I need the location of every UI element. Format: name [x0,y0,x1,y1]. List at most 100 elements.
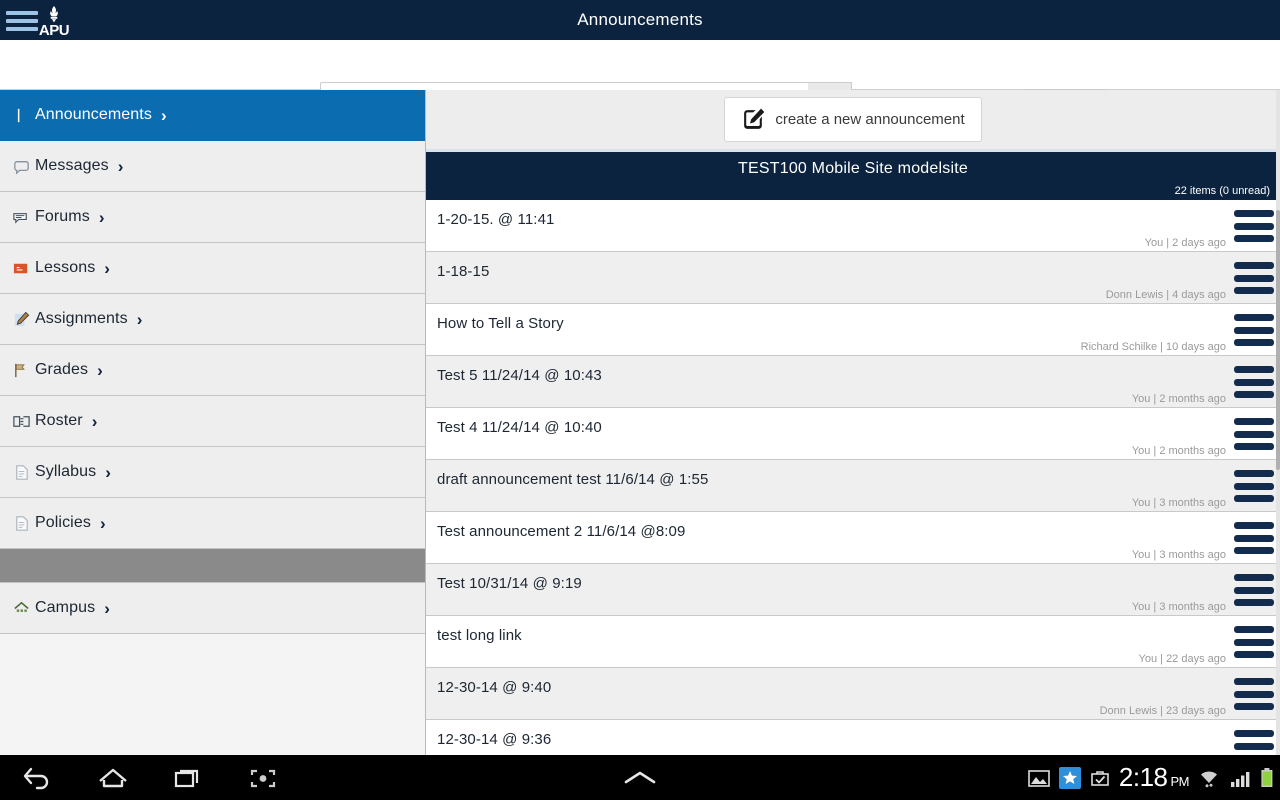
site-title: TEST100 Mobile Site modelsite [738,160,968,177]
chevron-right-icon: › [105,462,111,482]
create-announcement-label: create a new announcement [775,111,965,128]
sidebar-item-label: Forums [35,208,90,225]
top-app-bar: APU Announcements [0,0,1280,40]
sidebar-item-forums[interactable]: Forums › [0,192,425,243]
announcement-row[interactable]: Test announcement 2 11/6/14 @8:09 You | 3… [426,512,1280,564]
wifi-icon [1198,768,1220,788]
announcement-list: 1-20-15. @ 11:41 You | 2 days ago 1-18-15 D… [426,200,1280,755]
reorder-grip-icon[interactable] [1234,728,1276,755]
reorder-grip-icon[interactable] [1234,572,1276,608]
announcement-row[interactable]: Test 5 11/24/14 @ 10:43 You | 2 months ag… [426,356,1280,408]
lessons-icon [10,258,32,278]
sidebar-item-grades[interactable]: Grades › [0,345,425,396]
sidebar-empty-area [0,634,425,754]
reorder-grip-icon[interactable] [1234,260,1276,296]
chevron-right-icon: › [97,360,103,380]
reorder-grip-icon[interactable] [1234,468,1276,504]
sidebar-item-label: Grades [35,361,89,378]
sidebar-item-campus[interactable]: Campus › [0,583,425,634]
announcement-row[interactable]: 12-30-14 @ 9:36 [426,720,1280,755]
announcement-title: Test announcement 2 11/6/14 @8:09 [437,523,686,540]
page-title: Announcements [577,10,703,29]
forum-icon [10,207,32,227]
back-icon[interactable] [21,765,55,791]
announcement-title: Test 10/31/14 @ 9:19 [437,575,582,592]
grades-icon [10,360,32,380]
gallery-image-icon [1028,768,1050,788]
create-announcement-button[interactable]: create a new announcement [724,97,982,142]
sidebar-item-messages[interactable]: Messages › [0,141,425,192]
sidebar-item-policies[interactable]: Policies › [0,498,425,549]
sidebar-item-lessons[interactable]: Lessons › [0,243,425,294]
chevron-right-icon: › [98,207,105,227]
recent-apps-icon[interactable] [171,765,205,791]
announcement-row[interactable]: Test 10/31/14 @ 9:19 You | 3 months ago [426,564,1280,616]
main-content: create a new announcement TEST100 Mobile… [426,90,1280,755]
announcement-title: 12-30-14 @ 9:40 [437,679,552,696]
screenshot-capture-icon[interactable] [246,765,280,791]
announcement-icon [17,108,19,122]
announcement-meta: You | 3 months ago [1131,549,1226,561]
chevron-right-icon: › [160,105,167,125]
chevron-right-icon: › [99,513,106,533]
chevron-right-icon: › [136,309,143,329]
announcement-row[interactable]: 1-20-15. @ 11:41 You | 2 days ago [426,200,1280,252]
clock-time: 2:18 [1118,762,1168,792]
reorder-grip-icon[interactable] [1234,364,1276,400]
announcement-meta: You | 3 months ago [1131,497,1226,509]
item-count: 22 items (0 unread) [1174,185,1270,197]
chevron-up-icon[interactable] [622,768,658,788]
home-icon[interactable] [96,765,130,791]
announcement-icon [10,105,32,125]
sidebar-item-label: Announcements [35,106,152,123]
roster-icon [12,415,30,427]
announcement-meta: You | 2 days ago [1144,237,1226,249]
announcement-row[interactable]: 12-30-14 @ 9:40 Donn Lewis | 23 days ago [426,668,1280,720]
syllabus-icon [15,464,28,480]
announcement-meta: You | 3 months ago [1131,601,1226,613]
signal-bars-icon [1229,768,1251,788]
scrollbar-thumb[interactable] [1276,210,1280,470]
reorder-grip-icon[interactable] [1234,416,1276,452]
sidebar-item-roster[interactable]: Roster › [0,396,425,447]
announcement-meta: You | 2 months ago [1131,445,1226,457]
announcement-meta: Donn Lewis | 23 days ago [1099,705,1226,717]
forum-icon [12,212,27,224]
roster-icon [10,411,32,431]
apu-torch-logo: APU [32,2,76,40]
sidebar: Announcements › Messages › Forums › Lessons › As… [0,90,426,755]
chevron-right-icon: › [91,411,98,431]
reorder-grip-icon[interactable] [1234,312,1276,348]
filter-bar: All Open Courses NEW ALL [0,40,1280,125]
reorder-grip-icon[interactable] [1234,624,1276,660]
announcement-row[interactable]: Test 4 11/24/14 @ 10:40 You | 2 months ag… [426,408,1280,460]
announcement-meta: You | 2 months ago [1131,393,1226,405]
announcement-title: test long link [437,627,522,644]
reorder-grip-icon[interactable] [1234,208,1276,244]
campus-home-icon [13,601,29,612]
android-navigation-bar: 2:18 PM [0,755,1280,800]
announcement-row[interactable]: draft announcement test 11/6/14 @ 1:55 Yo… [426,460,1280,512]
message-icon [13,160,29,175]
compose-pencil-icon [744,108,765,129]
reorder-grip-icon[interactable] [1234,520,1276,556]
syllabus-icon [10,462,32,482]
announcement-row[interactable]: How to Tell a Story Richard Schilke | 10 … [426,304,1280,356]
assignments-pencil-icon [10,309,32,329]
chevron-right-icon: › [104,258,110,278]
apu-wordmark: APU [38,21,70,39]
create-announcement-zone: create a new announcement [426,90,1280,152]
reorder-grip-icon[interactable] [1234,676,1276,712]
sidebar-item-syllabus[interactable]: Syllabus › [0,447,425,498]
sidebar-item-assignments[interactable]: Assignments › [0,294,425,345]
announcement-title: Test 5 11/24/14 @ 10:43 [437,367,602,384]
assignments-pencil-icon [14,311,29,326]
message-icon [10,156,32,176]
main-scrollbar[interactable] [1276,90,1280,755]
announcement-meta: Donn Lewis | 4 days ago [1105,289,1226,301]
sidebar-item-announcements[interactable]: Announcements › [0,90,425,141]
announcement-row[interactable]: test long link You | 22 days ago [426,616,1280,668]
sidebar-item-label: Policies [35,514,91,531]
announcement-title: draft announcement test 11/6/14 @ 1:55 [437,471,709,488]
announcement-row[interactable]: 1-18-15 Donn Lewis | 4 days ago [426,252,1280,304]
